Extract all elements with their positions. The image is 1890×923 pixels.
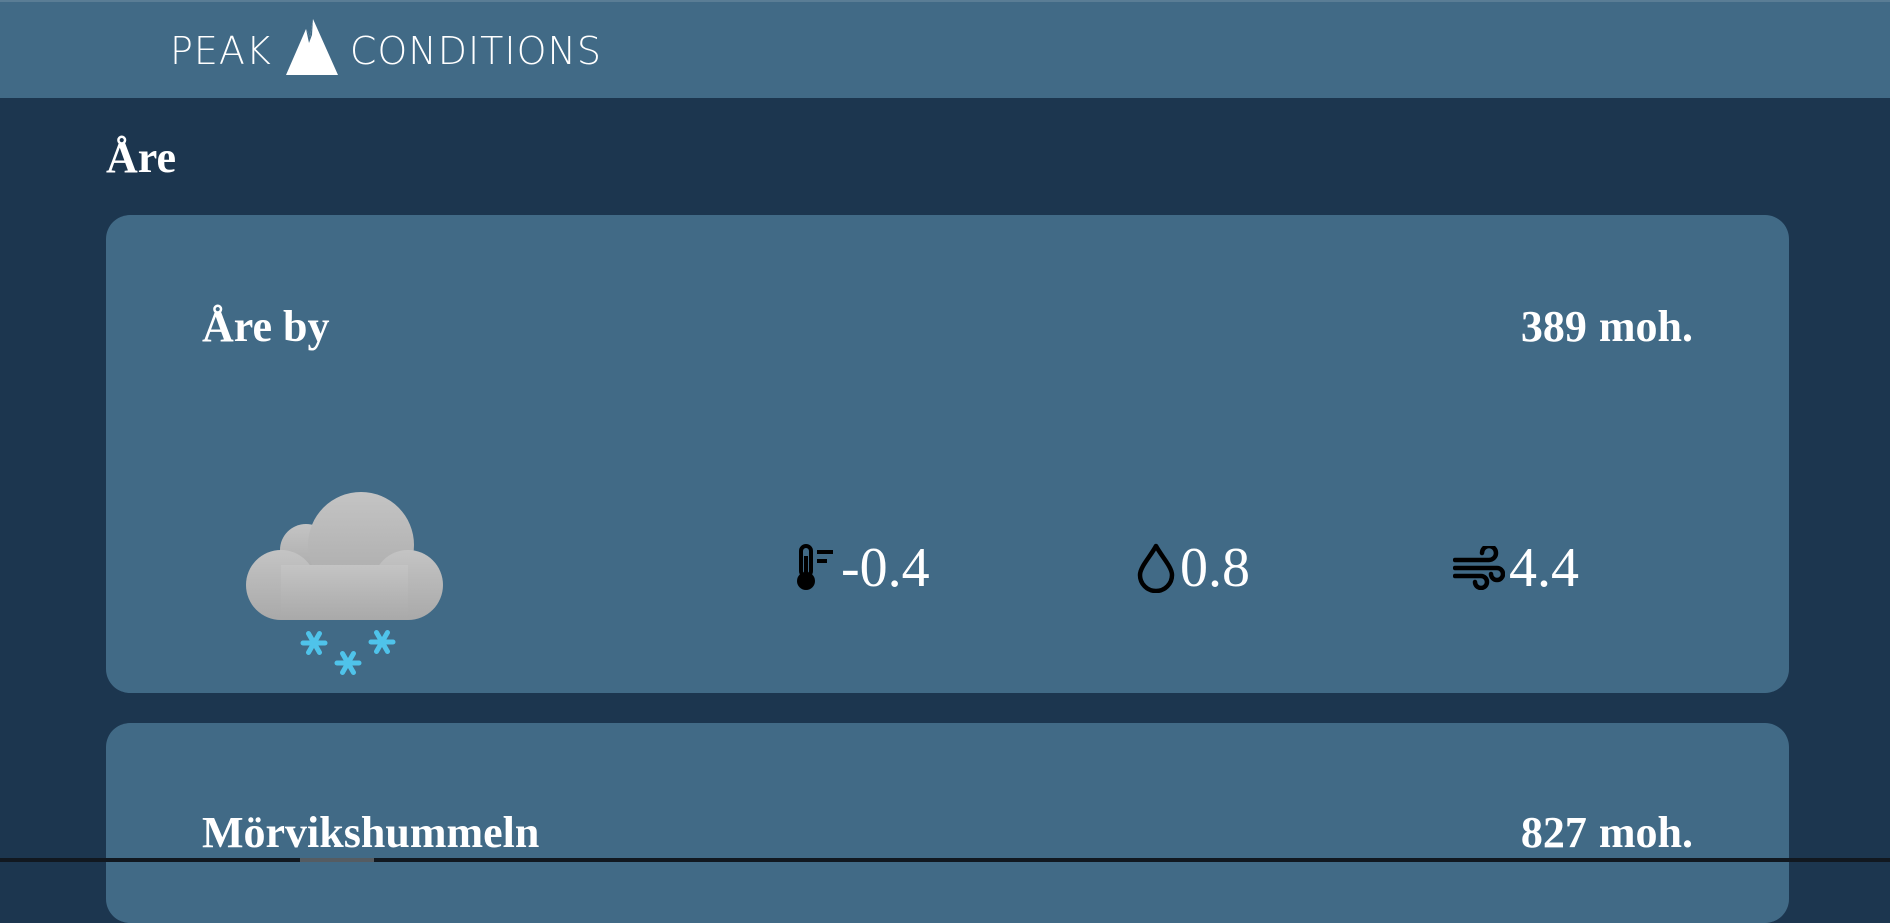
station-name: Mörvikshummeln [202, 808, 540, 857]
scrollbar-thumb[interactable] [300, 858, 374, 862]
precipitation-value: 0.8 [1180, 537, 1250, 599]
mountain-icon [285, 18, 338, 84]
station-elevation: 389 moh. [1521, 297, 1693, 357]
wind-metric: 4.4 [1453, 533, 1579, 603]
region-title: Åre [106, 133, 177, 182]
elevation-unit: moh. [1598, 302, 1693, 351]
header-bar: PEAK CONDITIONS [0, 0, 1890, 98]
station-card[interactable]: Åre by 389 moh. -0.4 0.8 4.4 [106, 215, 1789, 693]
thermometer-icon [791, 544, 837, 592]
station-name: Åre by [202, 302, 330, 351]
logo[interactable]: PEAK CONDITIONS [170, 18, 603, 78]
station-elevation: 827 moh. [1521, 803, 1693, 863]
droplet-icon [1136, 543, 1176, 593]
elevation-unit: moh. [1598, 808, 1693, 857]
station-card[interactable]: Mörvikshummeln 827 moh. [106, 723, 1789, 923]
elevation-value: 827 [1520, 808, 1587, 857]
horizontal-scrollbar[interactable] [0, 858, 1890, 862]
wind-icon [1453, 546, 1505, 590]
temperature-metric: -0.4 [791, 533, 930, 603]
wind-value: 4.4 [1509, 537, 1579, 599]
elevation-value: 389 [1520, 302, 1587, 351]
temperature-value: -0.4 [841, 537, 930, 599]
logo-text-conditions: CONDITIONS [349, 29, 603, 73]
precipitation-metric: 0.8 [1136, 533, 1250, 603]
logo-text-peak: PEAK [170, 29, 272, 73]
cloud-snow-icon [236, 485, 446, 685]
